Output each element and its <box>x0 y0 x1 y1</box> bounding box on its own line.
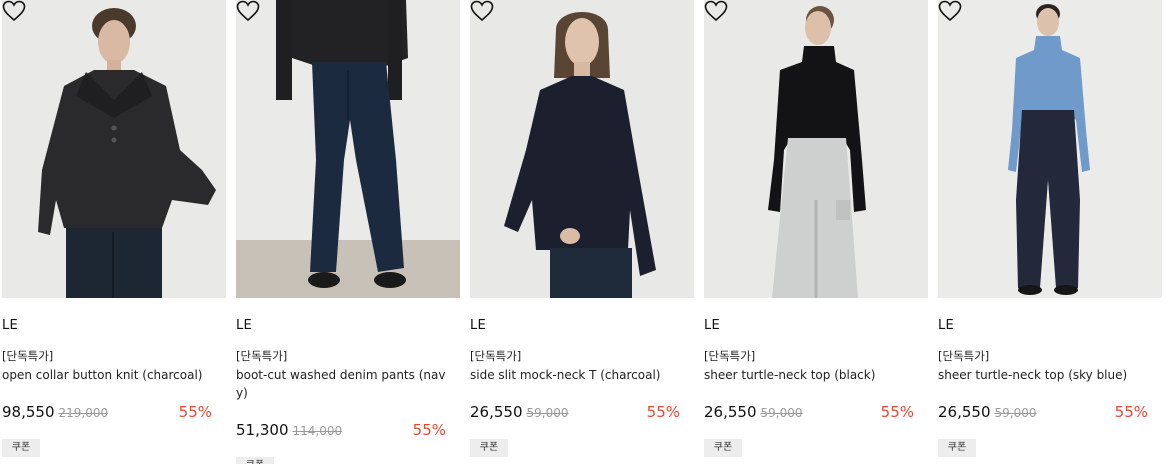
heart-outline-icon[interactable] <box>704 0 728 22</box>
original-price: 59,000 <box>760 406 803 420</box>
discount-rate: 55% <box>880 403 914 421</box>
product-image[interactable] <box>938 0 1162 298</box>
price-row: 26,550 59,000 55% <box>470 403 680 423</box>
sale-price: 51,300 <box>236 421 289 439</box>
product-card[interactable]: LE [단독특가] open collar button knit (charc… <box>2 0 226 464</box>
product-name[interactable]: open collar button knit (charcoal) <box>2 366 212 384</box>
product-card[interactable]: LE [단독특가] boot-cut washed denim pants (n… <box>236 0 460 464</box>
product-image[interactable] <box>704 0 928 298</box>
original-price: 114,000 <box>292 424 343 438</box>
promo-tag: [단독특가] <box>470 349 522 363</box>
product-name[interactable]: side slit mock-neck T (charcoal) <box>470 366 680 384</box>
sale-price: 26,550 <box>938 403 991 421</box>
coupon-badge: 쿠폰 <box>470 439 508 457</box>
brand-name[interactable]: LE <box>236 318 252 333</box>
original-price: 59,000 <box>526 406 569 420</box>
price-row: 51,300 114,000 55% <box>236 421 446 441</box>
product-grid: LE [단독특가] open collar button knit (charc… <box>0 0 1169 464</box>
promo-tag: [단독특가] <box>704 349 756 363</box>
price-row: 26,550 59,000 55% <box>704 403 914 423</box>
product-card[interactable]: LE [단독특가] sheer turtle-neck top (black) … <box>704 0 928 464</box>
heart-outline-icon[interactable] <box>2 0 26 22</box>
sale-price: 26,550 <box>704 403 757 421</box>
heart-outline-icon[interactable] <box>470 0 494 22</box>
brand-name[interactable]: LE <box>938 318 954 333</box>
price-row: 98,550 219,000 55% <box>2 403 212 423</box>
brand-name[interactable]: LE <box>2 318 18 333</box>
sale-price: 98,550 <box>2 403 55 421</box>
discount-rate: 55% <box>412 421 446 439</box>
discount-rate: 55% <box>646 403 680 421</box>
coupon-badge: 쿠폰 <box>704 439 742 457</box>
sale-price: 26,550 <box>470 403 523 421</box>
product-image[interactable] <box>2 0 226 298</box>
promo-tag: [단독특가] <box>2 349 54 363</box>
product-image[interactable] <box>236 0 460 298</box>
coupon-badge: 쿠폰 <box>236 457 274 464</box>
product-card[interactable]: LE [단독특가] sheer turtle-neck top (sky blu… <box>938 0 1162 464</box>
product-card[interactable]: LE [단독특가] side slit mock-neck T (charcoa… <box>470 0 694 464</box>
product-image[interactable] <box>470 0 694 298</box>
product-name[interactable]: sheer turtle-neck top (black) <box>704 366 914 384</box>
price-row: 26,550 59,000 55% <box>938 403 1148 423</box>
brand-name[interactable]: LE <box>704 318 720 333</box>
coupon-badge: 쿠폰 <box>938 439 976 457</box>
heart-outline-icon[interactable] <box>236 0 260 22</box>
original-price: 219,000 <box>58 406 109 420</box>
brand-name[interactable]: LE <box>470 318 486 333</box>
discount-rate: 55% <box>178 403 212 421</box>
coupon-badge: 쿠폰 <box>2 439 40 457</box>
heart-outline-icon[interactable] <box>938 0 962 22</box>
discount-rate: 55% <box>1114 403 1148 421</box>
product-name[interactable]: boot-cut washed denim pants (navy) <box>236 366 446 402</box>
product-name[interactable]: sheer turtle-neck top (sky blue) <box>938 366 1148 384</box>
original-price: 59,000 <box>994 406 1037 420</box>
promo-tag: [단독특가] <box>938 349 990 363</box>
promo-tag: [단독특가] <box>236 349 288 363</box>
